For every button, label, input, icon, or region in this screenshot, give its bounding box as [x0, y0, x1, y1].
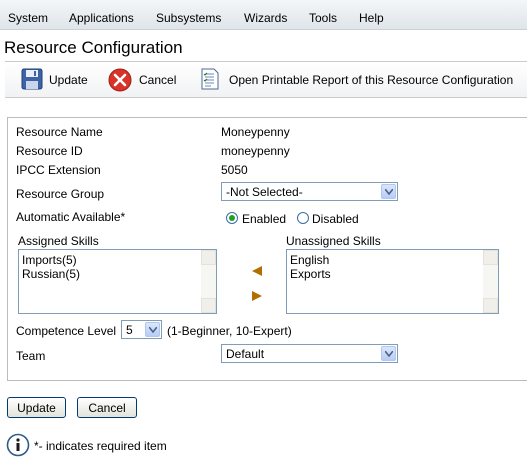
resource-name-label: Resource Name	[16, 125, 103, 139]
resource-name-value: Moneypenny	[221, 125, 290, 139]
chevron-down-icon[interactable]	[381, 184, 396, 199]
competence-level-select[interactable]: 5	[121, 320, 162, 339]
move-right-arrow-icon[interactable]	[251, 290, 263, 305]
automatic-available-label: Automatic Available*	[16, 210, 126, 224]
page-title: Resource Configuration	[4, 38, 183, 57]
save-disk-icon[interactable]	[21, 68, 43, 93]
menu-help[interactable]: Help	[359, 11, 384, 25]
resource-id-label: Resource ID	[16, 144, 83, 158]
team-label: Team	[16, 349, 46, 363]
update-button[interactable]: Update	[7, 397, 66, 418]
list-item[interactable]: Exports	[290, 267, 331, 281]
enabled-radio-label: Enabled	[242, 212, 287, 226]
menu-applications[interactable]: Applications	[69, 11, 134, 25]
competence-level-value: 5	[126, 323, 133, 337]
unassigned-skills-label: Unassigned Skills	[286, 234, 381, 248]
ipcc-extension-label: IPCC Extension	[16, 163, 101, 177]
team-value: Default	[226, 347, 265, 361]
resource-form-panel: Resource Name Moneypenny Resource ID mon…	[7, 117, 527, 381]
disabled-radio-label: Disabled	[312, 212, 359, 226]
assigned-skills-label: Assigned Skills	[18, 234, 99, 248]
move-left-arrow-icon[interactable]	[251, 265, 263, 280]
scrollbar[interactable]	[201, 250, 216, 313]
menu-bar: System Applications Subsystems Wizards T…	[0, 0, 527, 30]
ipcc-extension-value: 5050	[221, 163, 248, 177]
scrollbar[interactable]	[483, 250, 498, 313]
unassigned-skills-list[interactable]: English Exports	[286, 249, 499, 314]
toolbar: Update Cancel Open Printable Report of t…	[5, 61, 527, 98]
list-item[interactable]: Imports(5)	[22, 253, 77, 267]
team-select[interactable]: Default	[221, 344, 398, 363]
chevron-down-icon[interactable]	[145, 322, 160, 337]
resource-id-value: moneypenny	[221, 144, 290, 158]
menu-system[interactable]: System	[8, 11, 48, 25]
menu-tools[interactable]: Tools	[309, 11, 337, 25]
scroll-up-icon[interactable]	[483, 250, 498, 265]
toolbar-report-link[interactable]: Open Printable Report of this Resource C…	[229, 73, 513, 87]
list-item[interactable]: English	[290, 253, 329, 267]
enabled-radio[interactable]	[226, 212, 238, 224]
scroll-down-icon[interactable]	[483, 298, 498, 313]
list-item[interactable]: Russian(5)	[22, 267, 80, 281]
menu-subsystems[interactable]: Subsystems	[156, 11, 221, 25]
resource-group-value: -Not Selected-	[226, 185, 303, 199]
info-icon	[6, 433, 30, 460]
competence-level-label: Competence Level	[16, 324, 117, 338]
resource-group-label: Resource Group	[16, 187, 105, 201]
required-footnote: *- indicates required item	[34, 439, 167, 453]
disabled-radio[interactable]	[297, 212, 309, 224]
cancel-button[interactable]: Cancel	[77, 397, 137, 418]
assigned-skills-list[interactable]: Imports(5) Russian(5)	[18, 249, 217, 314]
report-document-icon[interactable]	[201, 68, 219, 93]
resource-group-select[interactable]: -Not Selected-	[221, 182, 398, 201]
menu-wizards[interactable]: Wizards	[244, 11, 287, 25]
competence-hint: (1-Beginner, 10-Expert)	[167, 324, 292, 338]
toolbar-update-link[interactable]: Update	[49, 73, 88, 87]
cancel-x-icon[interactable]	[108, 68, 132, 95]
toolbar-cancel-link[interactable]: Cancel	[139, 73, 176, 87]
scroll-up-icon[interactable]	[201, 250, 216, 265]
scroll-down-icon[interactable]	[201, 298, 216, 313]
chevron-down-icon[interactable]	[381, 346, 396, 361]
